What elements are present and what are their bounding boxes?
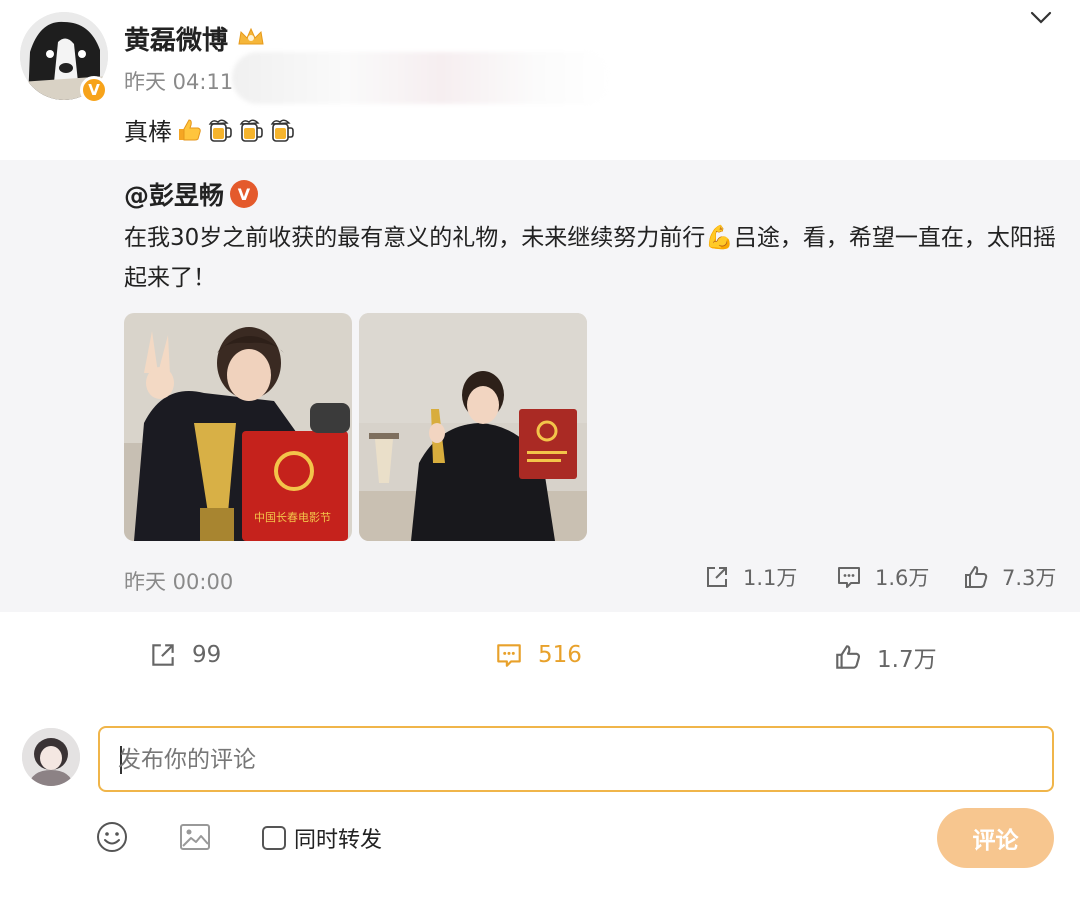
user-avatar[interactable] xyxy=(22,728,80,786)
beer-mug-emoji-icon xyxy=(206,116,234,144)
share-icon xyxy=(148,640,178,670)
verified-badge-icon: V xyxy=(230,180,258,208)
share-icon xyxy=(703,563,731,591)
checkbox-box[interactable] xyxy=(262,826,286,850)
emoji-icon[interactable] xyxy=(95,820,129,854)
reposted-repost-count-value: 1.1万 xyxy=(743,566,798,590)
comment-icon xyxy=(494,640,524,670)
reposted-comment-count-value: 1.6万 xyxy=(875,566,930,590)
post-photo-1[interactable]: 中国长春电影节 xyxy=(124,313,352,541)
thumbs-up-icon xyxy=(833,642,863,672)
repost-button[interactable]: 99 xyxy=(148,640,221,670)
vip-crown-icon xyxy=(236,26,266,48)
post-header: V 黄磊微博 昨天 04:11 真棒 xyxy=(0,0,1080,160)
reposted-post[interactable]: @彭昱畅 V 在我30岁之前收获的最有意义的礼物，未来继续努力前行💪吕途，看，希… xyxy=(0,160,1080,612)
image-icon[interactable] xyxy=(178,820,212,854)
action-bar: 99 516 1.7万 xyxy=(0,612,1080,704)
beer-mug-emoji-icon xyxy=(268,116,296,144)
reposted-timestamp: 昨天 00:00 xyxy=(124,570,234,594)
submit-comment-button[interactable]: 评论 xyxy=(937,808,1054,868)
comment-input[interactable] xyxy=(118,738,1038,782)
repost-count: 99 xyxy=(192,642,222,668)
post-content: 真棒 xyxy=(124,112,296,147)
verified-badge-icon: V xyxy=(80,76,108,104)
chevron-down-icon[interactable] xyxy=(1026,8,1056,28)
beer-mug-emoji-icon xyxy=(237,116,265,144)
post-photo-2[interactable] xyxy=(359,313,587,541)
reposted-comment-count[interactable]: 1.6万 xyxy=(835,562,929,592)
comment-composer: 同时转发 评论 xyxy=(0,704,1080,912)
also-repost-label: 同时转发 xyxy=(294,828,383,853)
like-button[interactable]: 1.7万 xyxy=(833,640,937,674)
also-repost-checkbox[interactable]: 同时转发 xyxy=(262,822,382,854)
blurred-source-info xyxy=(232,52,612,104)
reposted-text: 在我30岁之前收获的最有意义的礼物，未来继续努力前行💪吕途，看，希望一直在，太阳… xyxy=(124,225,1056,291)
reposted-repost-count[interactable]: 1.1万 xyxy=(703,562,797,592)
reposted-like-count[interactable]: 7.3万 xyxy=(962,562,1056,592)
like-count: 1.7万 xyxy=(877,647,937,673)
comment-count: 516 xyxy=(538,642,582,668)
thumbs-up-emoji-icon xyxy=(175,116,203,144)
author-name[interactable]: 黄磊微博 xyxy=(124,20,228,57)
comment-button[interactable]: 516 xyxy=(494,640,582,670)
svg-text:中国长春电影节: 中国长春电影节 xyxy=(254,511,331,524)
post-text: 真棒 xyxy=(124,118,172,146)
comment-icon xyxy=(835,563,863,591)
comment-input-box[interactable] xyxy=(98,726,1054,792)
reposted-like-count-value: 7.3万 xyxy=(1002,566,1057,590)
thumbs-up-icon xyxy=(962,563,990,591)
reposted-author[interactable]: @彭昱畅 xyxy=(124,176,224,212)
post-timestamp: 昨天 04:11 xyxy=(124,70,234,94)
